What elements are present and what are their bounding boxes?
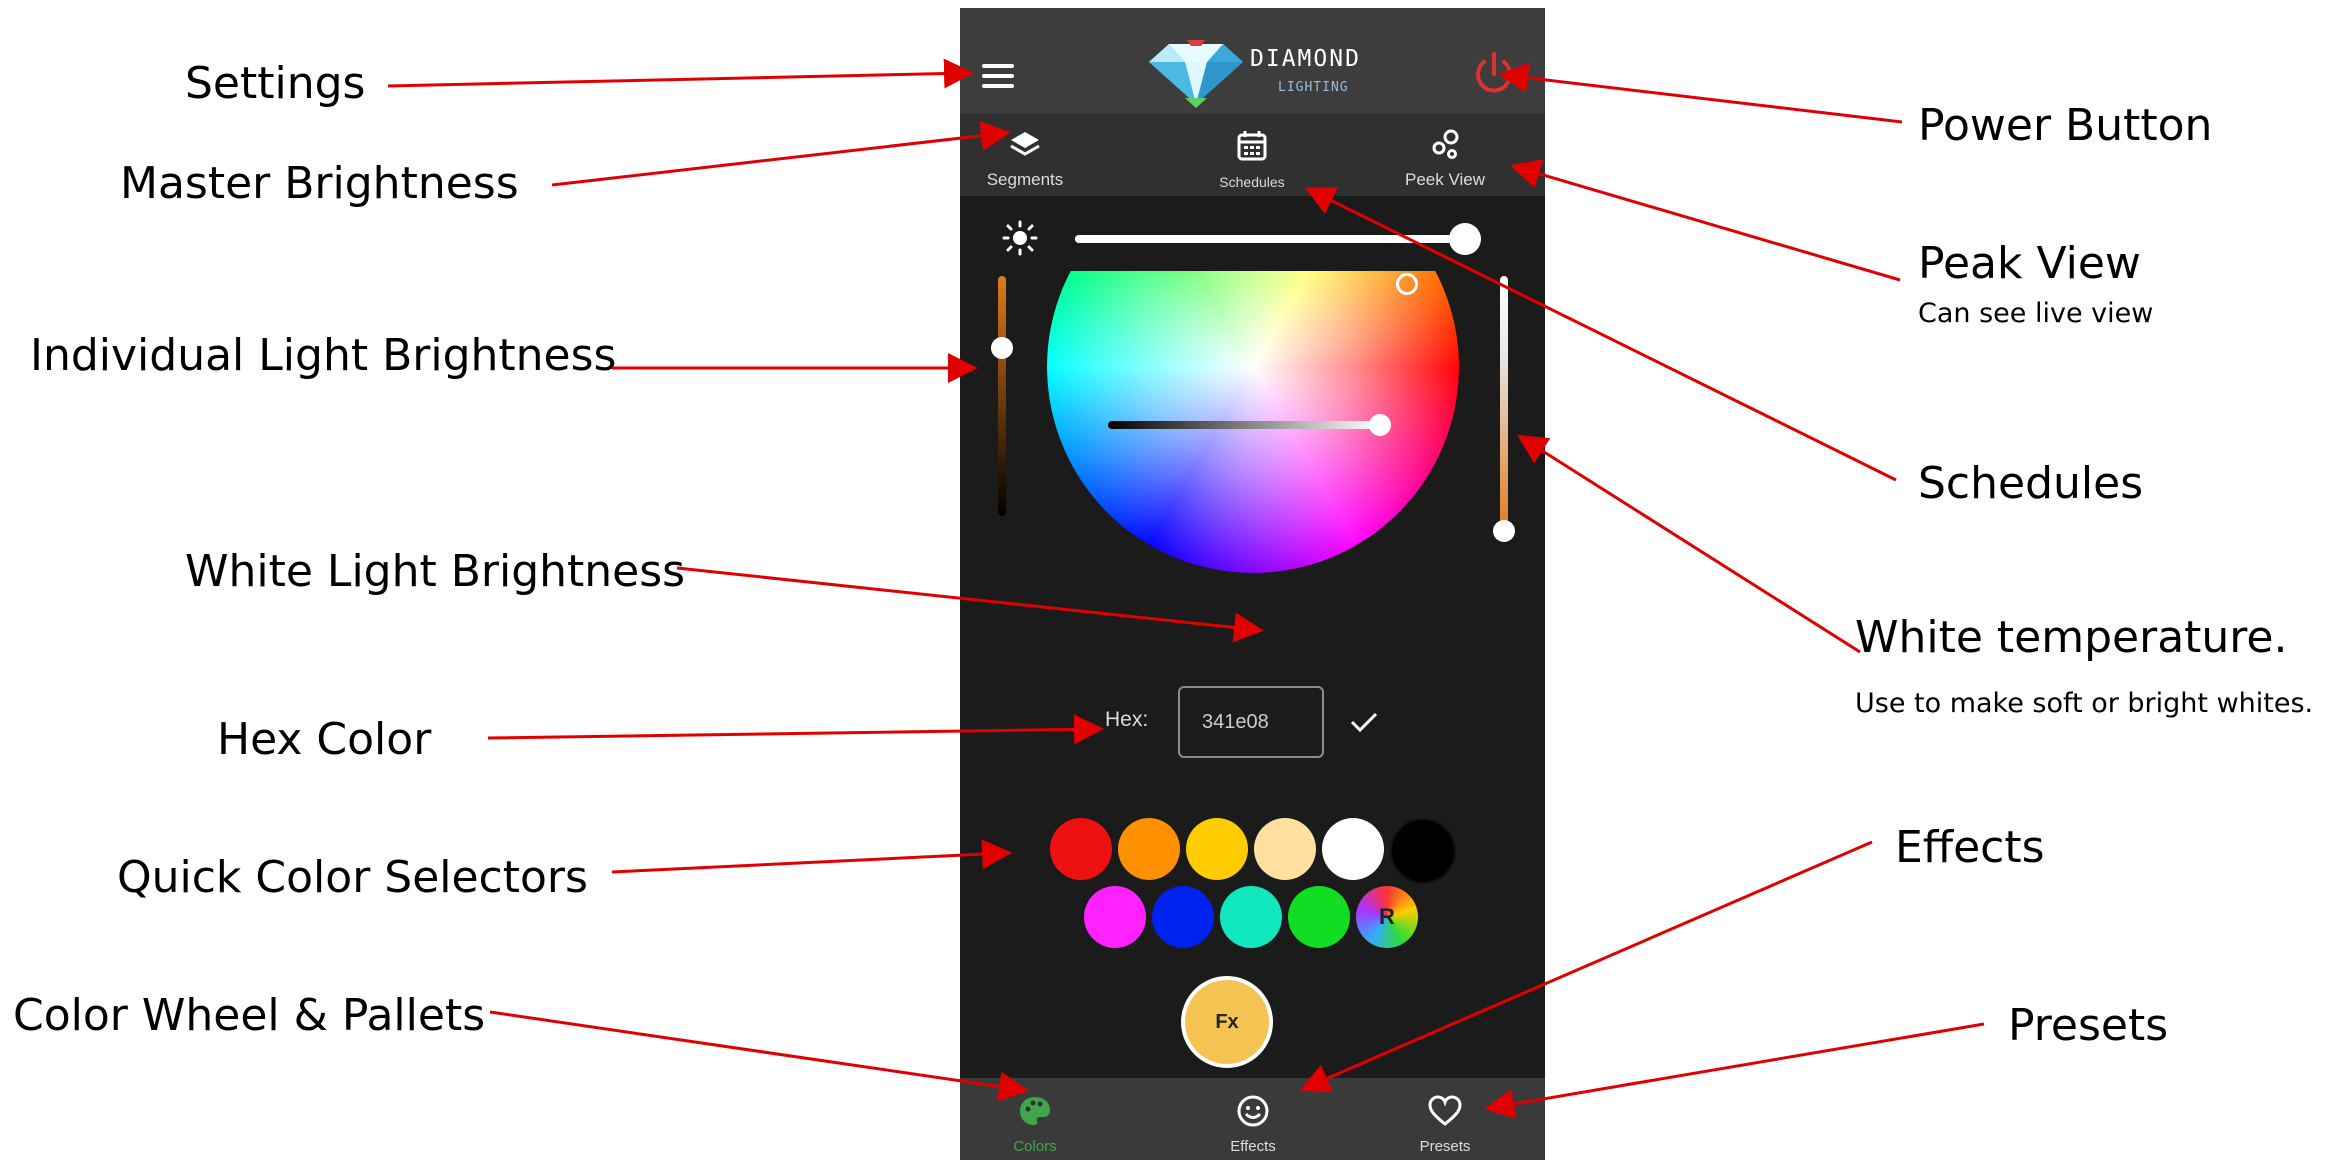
bottom-tab-presets-label: Presets	[1419, 1138, 1471, 1155]
master-brightness-handle[interactable]	[1449, 223, 1481, 255]
label-presets: Presets	[2008, 1000, 2169, 1051]
label-color-wheel-pallets: Color Wheel & Pallets	[13, 990, 486, 1041]
rainbow-label: R	[1379, 904, 1395, 929]
tab-schedules-label: Schedules	[1219, 174, 1285, 190]
color-swatch-yellow[interactable]	[1186, 818, 1248, 880]
bubbles-icon	[1432, 129, 1459, 159]
top-tab-bar: Segments Schedules Peek View	[960, 114, 1545, 196]
colors-screen: Hex: R Fx	[960, 196, 1545, 1078]
tab-peek-view[interactable]: Peek View	[1365, 114, 1525, 196]
label-peak-view-sub: Can see live view	[1918, 298, 2154, 329]
arrow-color-wheel	[489, 1010, 1029, 1102]
color-wheel-handle[interactable]	[1396, 273, 1418, 295]
bottom-tab-colors-label: Colors	[1013, 1138, 1057, 1155]
app-header: DIAMOND LIGHTING	[960, 8, 1545, 114]
arrow-settings	[387, 58, 974, 89]
arrow-master-brightness	[551, 120, 1011, 187]
bottom-tab-effects-label: Effects	[1230, 1138, 1276, 1155]
phone-screen: DIAMOND LIGHTING Segments Schedules Peek…	[960, 8, 1545, 1160]
arrow-white-temperature	[1516, 434, 1861, 654]
arrow-quick-colors	[611, 839, 1012, 874]
label-white-light-brightness: White Light Brightness	[185, 546, 686, 597]
label-effects: Effects	[1895, 822, 2045, 873]
fx-button[interactable]: Fx	[1181, 976, 1273, 1068]
smiley-icon	[1237, 1095, 1269, 1127]
master-brightness-slider[interactable]	[1075, 223, 1481, 255]
logo-subtitle: LIGHTING	[1278, 80, 1349, 95]
arrow-presets	[1484, 1022, 1985, 1119]
tab-schedules[interactable]: Schedules	[1172, 114, 1332, 196]
color-swatch-red[interactable]	[1050, 818, 1112, 880]
sun-icon	[1002, 220, 1038, 256]
master-brightness-fill	[1075, 235, 1465, 243]
tab-peek-view-label: Peek View	[1404, 170, 1485, 189]
bottom-tab-colors[interactable]: Colors	[960, 1078, 1110, 1160]
color-swatch-blue[interactable]	[1152, 886, 1214, 948]
label-settings: Settings	[185, 58, 366, 109]
color-swatch-magenta[interactable]	[1084, 886, 1146, 948]
heart-icon	[1428, 1095, 1462, 1126]
bottom-nav-bar: Colors Effects Presets	[960, 1078, 1545, 1160]
arrow-peak-view	[1510, 159, 1901, 282]
label-white-temperature-sub: Use to make soft or bright whites.	[1855, 688, 2314, 719]
individual-brightness-track	[998, 276, 1006, 516]
color-swatch-aqua[interactable]	[1220, 886, 1282, 948]
tab-segments-label: Segments	[986, 170, 1064, 189]
palette-icon	[1020, 1097, 1050, 1125]
hex-input[interactable]	[1178, 686, 1324, 758]
bottom-tab-presets[interactable]: Presets	[1370, 1078, 1520, 1160]
individual-brightness-slider[interactable]	[991, 276, 1013, 516]
label-schedules: Schedules	[1918, 458, 2144, 509]
settings-menu-icon[interactable]	[982, 64, 1014, 92]
bottom-tab-effects[interactable]: Effects	[1178, 1078, 1328, 1160]
individual-brightness-handle[interactable]	[991, 337, 1013, 359]
checkmark-icon[interactable]	[1348, 708, 1380, 736]
layers-icon	[1010, 132, 1040, 156]
calendar-icon	[1237, 131, 1267, 161]
color-swatch-peach[interactable]	[1254, 818, 1316, 880]
white-temperature-handle[interactable]	[1493, 520, 1515, 542]
label-power-button: Power Button	[1918, 100, 2213, 151]
color-swatch-white[interactable]	[1322, 818, 1384, 880]
white-brightness-slider[interactable]	[1108, 414, 1391, 436]
white-brightness-handle[interactable]	[1369, 414, 1391, 436]
color-swatch-rainbow[interactable]: R	[1356, 886, 1418, 948]
power-icon[interactable]	[1472, 50, 1516, 98]
hex-label: Hex:	[1105, 708, 1149, 731]
arrow-power	[1498, 62, 1903, 124]
label-peak-view: Peak View	[1918, 238, 2141, 289]
color-swatch-green[interactable]	[1288, 886, 1350, 948]
label-quick-color-selectors: Quick Color Selectors	[117, 852, 588, 903]
label-hex-color: Hex Color	[217, 714, 432, 765]
logo-title: DIAMOND	[1250, 46, 1361, 72]
color-swatch-black[interactable]	[1390, 818, 1456, 884]
tab-segments[interactable]: Segments	[960, 114, 1105, 196]
label-individual-light-brightness: Individual Light Brightness	[30, 330, 617, 381]
label-master-brightness: Master Brightness	[120, 158, 519, 209]
color-swatch-orange[interactable]	[1118, 818, 1180, 880]
white-brightness-track	[1108, 421, 1380, 429]
label-white-temperature: White temperature.	[1855, 612, 2288, 663]
white-temperature-slider[interactable]	[1493, 276, 1515, 542]
white-temperature-track	[1500, 276, 1508, 531]
